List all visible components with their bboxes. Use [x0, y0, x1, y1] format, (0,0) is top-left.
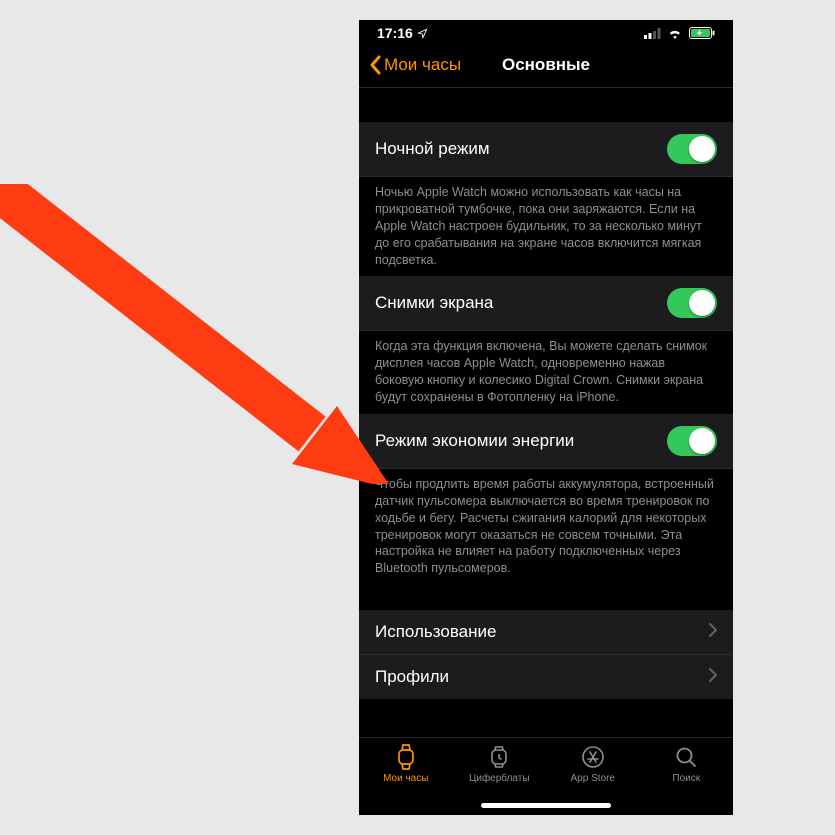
power-saving-toggle[interactable] [667, 426, 717, 456]
nav-header: Мои часы Основные [359, 46, 733, 88]
settings-list[interactable]: Ночной режим Ночью Apple Watch можно исп… [359, 88, 733, 737]
status-bar: 17:16 [359, 20, 733, 46]
power-saving-row[interactable]: Режим экономии энергии [359, 414, 733, 469]
home-indicator[interactable] [481, 803, 611, 808]
appstore-icon [581, 744, 605, 770]
usage-row[interactable]: Использование [359, 610, 733, 655]
tab-label: Мои часы [383, 773, 428, 784]
screenshots-desc: Когда эта функция включена, Вы можете сд… [359, 331, 733, 414]
profiles-label: Профили [375, 667, 449, 687]
search-icon [674, 744, 698, 770]
faces-icon [488, 744, 510, 770]
screenshots-label: Снимки экрана [375, 293, 493, 313]
screenshots-toggle[interactable] [667, 288, 717, 318]
power-saving-label: Режим экономии энергии [375, 431, 574, 451]
chevron-right-icon [709, 623, 717, 642]
back-button[interactable]: Мои часы [369, 55, 461, 75]
pointer-arrow [0, 184, 402, 484]
chevron-left-icon [369, 55, 381, 75]
phone-screen: 17:16 Мои часы Основные Ночной режим Ноч… [359, 20, 733, 815]
tab-label: App Store [571, 773, 615, 784]
cellular-icon [644, 28, 661, 39]
location-icon [417, 28, 428, 39]
chevron-right-icon [709, 668, 717, 687]
status-time: 17:16 [377, 25, 413, 41]
tab-label: Поиск [672, 773, 700, 784]
profiles-row[interactable]: Профили [359, 655, 733, 699]
night-mode-desc: Ночью Apple Watch можно использовать как… [359, 177, 733, 276]
wifi-icon [667, 28, 683, 39]
night-mode-toggle[interactable] [667, 134, 717, 164]
page-title: Основные [502, 55, 590, 75]
tab-label: Циферблаты [469, 773, 530, 784]
usage-label: Использование [375, 622, 496, 642]
night-mode-row[interactable]: Ночной режим [359, 122, 733, 177]
tab-search[interactable]: Поиск [640, 744, 734, 815]
tab-my-watch[interactable]: Мои часы [359, 744, 453, 815]
watch-icon [396, 744, 416, 770]
screenshots-row[interactable]: Снимки экрана [359, 276, 733, 331]
power-saving-desc: Чтобы продлить время работы аккумулятора… [359, 469, 733, 585]
back-label: Мои часы [384, 55, 461, 75]
night-mode-label: Ночной режим [375, 139, 490, 159]
battery-icon [689, 27, 715, 39]
